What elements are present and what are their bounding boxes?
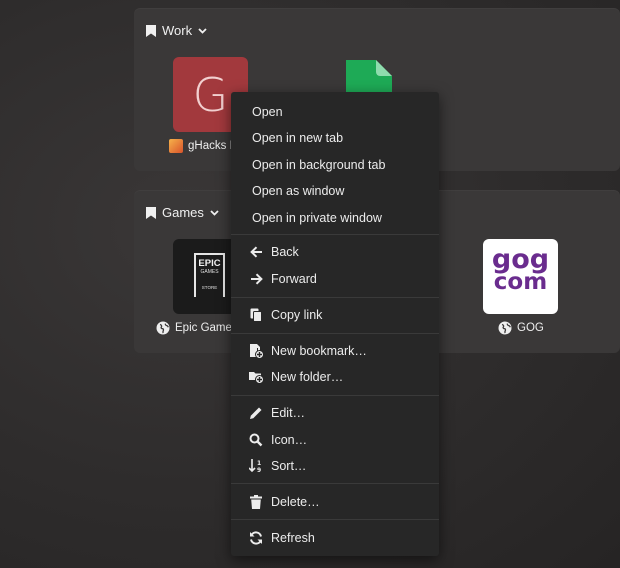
bookmark-icon (146, 24, 156, 37)
search-icon (248, 432, 264, 448)
menu-item-open-private-window[interactable]: Open in private window (231, 206, 439, 230)
svg-text:1: 1 (257, 460, 261, 467)
tile-label-ghacks[interactable]: gHacks I (169, 139, 233, 153)
svg-text:9: 9 (257, 467, 261, 473)
menu-item-forward[interactable]: Forward (231, 267, 439, 291)
sort-icon: 19 (248, 458, 264, 474)
menu-item-new-bookmark[interactable]: New bookmark… (231, 339, 439, 363)
chevron-down-icon[interactable] (198, 27, 207, 34)
gog-logo: gog com (491, 244, 550, 295)
tile-gog[interactable]: gog com (483, 239, 558, 314)
menu-item-open-as-window[interactable]: Open as window (231, 179, 439, 203)
menu-separator (231, 483, 439, 484)
menu-item-sort[interactable]: 19 Sort… (231, 454, 439, 478)
trash-icon (248, 494, 264, 510)
menu-item-icon[interactable]: Icon… (231, 428, 439, 452)
menu-item-delete[interactable]: Delete… (231, 490, 439, 514)
tile-label-gog[interactable]: GOG (498, 321, 544, 335)
menu-item-edit[interactable]: Edit… (231, 401, 439, 425)
arrow-right-icon (248, 271, 264, 287)
bookmark-icon (146, 206, 156, 219)
chevron-down-icon[interactable] (210, 209, 219, 216)
globe-icon (156, 321, 170, 335)
group-header-games[interactable]: Games (146, 205, 219, 220)
refresh-icon (248, 530, 264, 546)
menu-item-open-background-tab[interactable]: Open in background tab (231, 153, 439, 177)
context-menu: Open Open in new tab Open in background … (231, 92, 439, 556)
epic-logo: EPIC GAMES STORE (194, 253, 225, 297)
new-folder-icon (248, 369, 264, 385)
menu-item-back[interactable]: Back (231, 240, 439, 264)
copy-icon (248, 307, 264, 323)
menu-item-refresh[interactable]: Refresh (231, 526, 439, 550)
menu-separator (231, 519, 439, 520)
group-title: Work (162, 23, 193, 38)
globe-icon (498, 321, 512, 335)
menu-separator (231, 395, 439, 396)
group-header-work[interactable]: Work (146, 23, 207, 38)
new-bookmark-icon (248, 343, 264, 359)
menu-item-copy-link[interactable]: Copy link (231, 303, 439, 327)
tile-label-epic-games[interactable]: Epic Games (156, 321, 238, 335)
menu-separator (231, 333, 439, 334)
pencil-icon (248, 405, 264, 421)
menu-item-open-new-tab[interactable]: Open in new tab (231, 126, 439, 150)
arrow-left-icon (248, 244, 264, 260)
menu-separator (231, 234, 439, 235)
menu-item-open[interactable]: Open (231, 100, 439, 124)
menu-item-new-folder[interactable]: New folder… (231, 365, 439, 389)
ghacks-favicon (169, 139, 183, 153)
group-title: Games (162, 205, 204, 220)
menu-separator (231, 297, 439, 298)
